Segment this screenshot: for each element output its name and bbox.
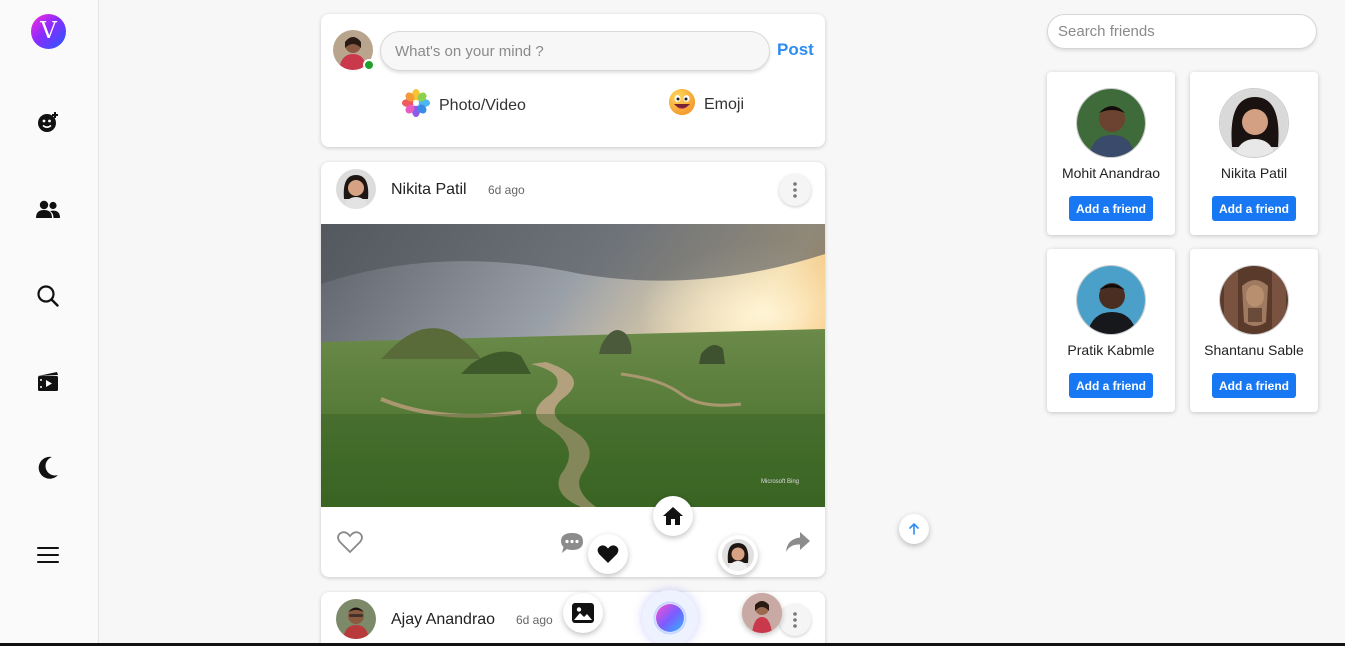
post-composer: Post Photo/Video Emoji [321,14,825,147]
emoji-button[interactable]: Emoji [668,88,744,121]
profile-shortcut-button[interactable] [718,535,758,575]
search-icon[interactable] [34,282,62,310]
post-author-avatar[interactable] [336,599,376,639]
friend-suggestion-card: Mohit Anandrao Add a friend [1047,72,1175,235]
arrow-up-icon [909,522,919,535]
friend-name: Shantanu Sable [1204,342,1304,358]
post-author-avatar[interactable] [336,169,376,209]
post-timestamp: 6d ago [516,613,553,627]
friend-avatar[interactable] [1076,265,1146,335]
add-friend-button[interactable]: Add a friend [1069,373,1153,398]
heart-icon [597,545,619,563]
menu-icon[interactable] [34,541,62,569]
more-vertical-icon [793,182,797,198]
friend-avatar[interactable] [1219,88,1289,158]
emoji-icon [668,88,696,121]
add-friend-button[interactable]: Add a friend [1069,196,1153,221]
friend-suggestion-card: Nikita Patil Add a friend [1190,72,1318,235]
more-options-button[interactable] [779,174,811,206]
friend-suggestion-card: Shantanu Sable Add a friend [1190,249,1318,412]
center-menu-button[interactable] [642,590,698,646]
post-author-name[interactable]: Nikita Patil [391,181,467,199]
share-icon [786,532,810,552]
image-credit: Microsoft Bing [760,479,799,485]
gradient-orb-icon [653,601,687,635]
photo-video-button[interactable]: Photo/Video [401,88,526,123]
left-sidebar: V [0,0,99,646]
post-card: Nikita Patil 6d ago Microsoft Bing [321,162,825,577]
post-author-name[interactable]: Ajay Anandrao [391,611,495,629]
avatar [742,593,782,633]
online-status-dot [363,59,375,71]
home-icon [663,507,683,525]
friend-name: Pratik Kabmle [1067,342,1155,358]
emoji-label: Emoji [704,95,745,113]
friend-name: Mohit Anandrao [1061,165,1161,181]
friend-suggestion-card: Pratik Kabmle Add a friend [1047,249,1175,412]
friend-avatar[interactable] [1219,265,1289,335]
photos-icon [401,88,431,123]
like-button[interactable] [337,529,363,555]
moon-icon[interactable] [34,454,62,482]
comment-icon [561,533,583,553]
photo-video-label: Photo/Video [439,96,526,114]
share-button[interactable] [784,529,812,555]
search-friends-input[interactable] [1047,14,1317,49]
add-friend-button[interactable]: Add a friend [1212,373,1296,398]
post-timestamp: 6d ago [488,183,525,197]
app-logo[interactable]: V [31,14,66,49]
friends-icon[interactable] [34,196,62,224]
reels-icon[interactable] [34,368,62,396]
friend-avatar[interactable] [1076,88,1146,158]
status-input[interactable] [380,31,770,71]
heart-outline-icon [337,531,363,554]
image-icon [572,603,594,623]
more-vertical-icon [793,612,797,628]
favorites-button[interactable] [588,534,628,574]
gallery-button[interactable] [563,593,603,633]
more-options-button[interactable] [779,604,811,636]
add-friend-button[interactable]: Add a friend [1212,196,1296,221]
post-image[interactable]: Microsoft Bing [321,224,825,507]
home-button[interactable] [653,496,693,536]
emoji-add-icon[interactable] [34,108,62,136]
scroll-to-top-button[interactable] [899,514,929,544]
avatar [722,539,754,571]
post-button[interactable]: Post [777,40,814,60]
comment-button[interactable] [559,530,585,556]
profile-avatar-button[interactable] [742,593,782,633]
friend-name: Nikita Patil [1220,165,1288,181]
